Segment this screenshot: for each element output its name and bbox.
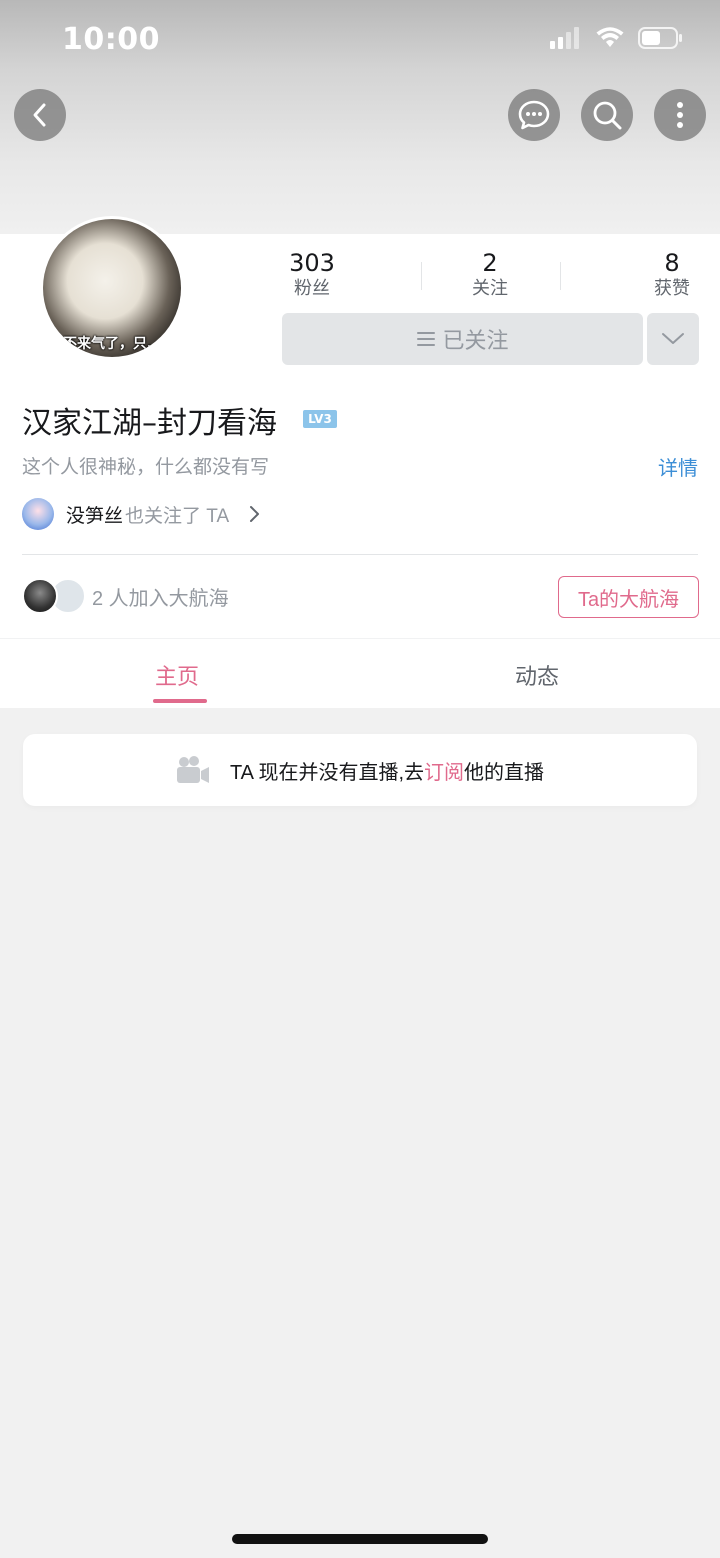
live-status-card: TA 现在并没有直播,去订阅他的直播 — [23, 734, 697, 806]
stat-divider — [560, 262, 561, 290]
live-status-prefix: TA 现在并没有直播,去 — [229, 761, 425, 784]
search-button[interactable] — [581, 89, 633, 141]
more-vertical-icon — [677, 102, 683, 128]
level-badge: LV3 — [303, 410, 337, 428]
chat-bubble-icon — [518, 100, 550, 130]
menu-lines-icon — [417, 332, 436, 346]
followed-button[interactable]: 已关注 — [282, 313, 643, 365]
stat-following-value: 2 — [482, 249, 498, 277]
chevron-down-icon — [662, 333, 684, 344]
username: 汉家江湖–封刀看海 — [22, 406, 277, 441]
more-button[interactable] — [654, 89, 706, 141]
mutual-follower-name: 没笋丝 — [66, 505, 124, 527]
avatar-image: 不来气了，只… — [43, 219, 181, 357]
status-bar: 10:00 — [0, 0, 720, 80]
follow-dropdown-button[interactable] — [647, 313, 699, 365]
subscribe-link[interactable]: 订阅 — [424, 762, 464, 784]
stat-following[interactable]: 2 关注 — [460, 250, 520, 299]
avatar[interactable]: 不来气了，只… — [40, 216, 184, 360]
home-indicator — [232, 1534, 488, 1544]
back-button[interactable] — [14, 89, 66, 141]
signal-icon — [550, 27, 579, 49]
guard-count-text: 2 人加入大航海 — [92, 587, 229, 610]
mutual-follow-row[interactable]: 没笋丝 也关注了 TA — [22, 496, 261, 532]
mutual-follower-avatar — [22, 498, 54, 530]
details-link[interactable]: 详情 — [658, 452, 698, 481]
tab-active-indicator — [153, 699, 207, 703]
stat-likes[interactable]: 8 获赞 — [642, 250, 702, 299]
avatar-caption: 不来气了，只… — [63, 336, 161, 352]
section-divider — [22, 554, 698, 555]
bio: 这个人很神秘，什么都没有写 — [22, 457, 270, 478]
chevron-left-icon — [33, 103, 46, 127]
stat-following-label: 关注 — [472, 278, 508, 298]
stat-fans-value: 303 — [289, 249, 335, 277]
stat-fans-label: 粉丝 — [294, 278, 330, 298]
guard-button[interactable]: Ta的大航海 — [558, 576, 699, 618]
search-icon — [593, 101, 622, 130]
stat-likes-label: 获赞 — [654, 278, 690, 298]
video-camera-icon — [176, 756, 209, 783]
chevron-right-icon — [250, 506, 260, 522]
tab-home[interactable]: 主页 — [155, 659, 199, 691]
tab-bar: 主页 动态 — [0, 638, 720, 708]
status-icons — [550, 26, 684, 50]
guard-avatar — [22, 578, 58, 614]
wifi-icon — [596, 27, 624, 47]
status-time: 10:00 — [62, 22, 160, 57]
tab-dynamics[interactable]: 动态 — [515, 659, 559, 691]
followed-button-label: 已关注 — [442, 328, 509, 353]
live-status-suffix: 他的直播 — [464, 761, 545, 784]
mutual-follow-text: 也关注了 TA — [125, 505, 230, 527]
stat-fans[interactable]: 303 粉丝 — [282, 250, 342, 299]
message-button[interactable] — [508, 89, 560, 141]
stat-likes-value: 8 — [664, 249, 680, 277]
guard-row[interactable]: 2 人加入大航海 — [22, 578, 229, 614]
stat-divider — [421, 262, 422, 290]
battery-icon — [638, 27, 682, 49]
live-status-text: TA 现在并没有直播,去订阅他的直播 — [230, 756, 544, 785]
